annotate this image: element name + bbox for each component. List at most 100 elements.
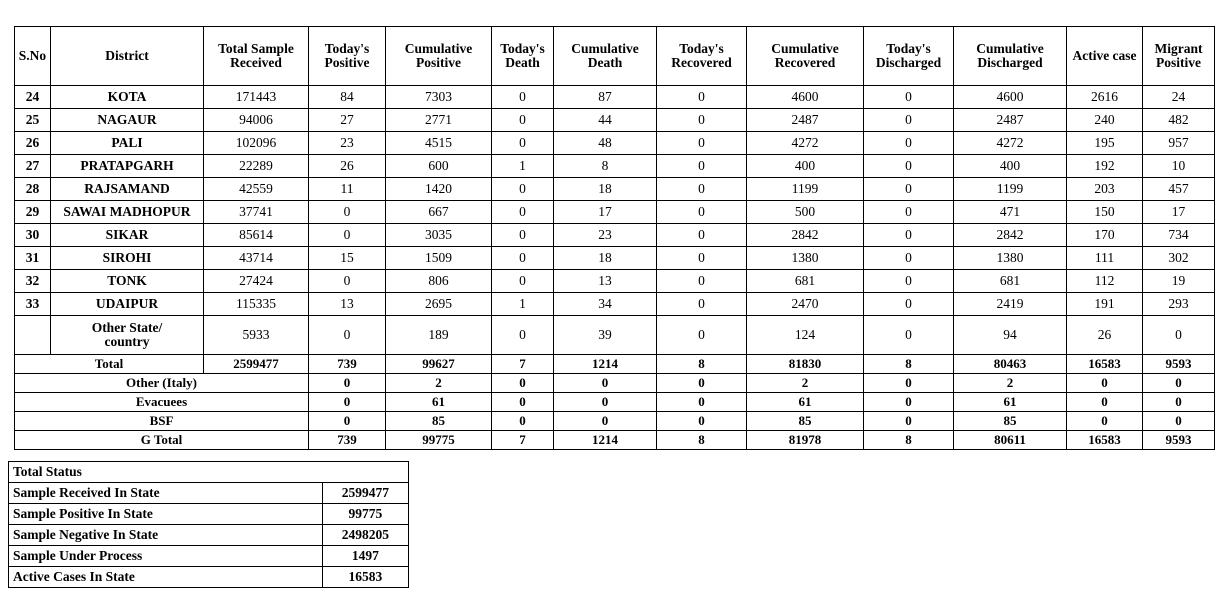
column-header-cumulative-death: Cumulative Death (553, 26, 657, 86)
cell-todays-positive: 0 (308, 269, 386, 293)
cell-cumulative-positive: 99775 (385, 430, 492, 450)
column-header-line: Discharged (875, 55, 942, 70)
cell-todays-discharged: 8 (863, 430, 954, 450)
cell-active-case: 112 (1066, 269, 1143, 293)
cell-sno: 31 (14, 246, 51, 270)
cell-cumulative-positive: 667 (385, 200, 492, 224)
table-row-summary: Other (Italy) 0 2 0 0 0 2 0 2 0 0 (14, 373, 1215, 393)
cell-sno: 30 (14, 223, 51, 247)
table-row: 25 NAGAUR 94006 27 2771 0 44 0 2487 0 2487 240 482 (14, 108, 1215, 132)
table-row-other-state: Other State/country 5933 0 189 0 39 0 124 0 94 26 0 (14, 315, 1215, 355)
cell-sno: 32 (14, 269, 51, 293)
cell-district: SIKAR (50, 223, 204, 247)
cell-total-sample-received: 27424 (203, 269, 309, 293)
cell-total-sample-received: 171443 (203, 85, 309, 109)
table-row: 26 PALI 102096 23 4515 0 48 0 4272 0 4272 195 957 (14, 131, 1215, 155)
cell-cumulative-death: 87 (553, 85, 657, 109)
status-row-label: Sample Negative In State (8, 524, 323, 546)
column-header-line: Cumulative (771, 40, 839, 56)
cell-todays-positive: 739 (308, 354, 386, 374)
cell-todays-positive: 0 (308, 223, 386, 247)
cell-cumulative-discharged: 400 (953, 154, 1067, 178)
column-header-total-sample-received: Total Sample Received (203, 26, 309, 86)
cell-cumulative-positive: 2 (385, 373, 492, 393)
cell-total-label: Total (14, 354, 204, 374)
cell-todays-recovered: 0 (656, 411, 747, 431)
cell-cumulative-death: 23 (553, 223, 657, 247)
cell-cumulative-discharged: 94 (953, 315, 1067, 355)
cell-migrant-positive: 957 (1142, 131, 1215, 155)
cell-cumulative-recovered: 4600 (746, 85, 864, 109)
table-row: 30 SIKAR 85614 0 3035 0 23 0 2842 0 2842 170 734 (14, 223, 1215, 247)
cell-todays-death: 1 (491, 292, 554, 316)
column-header-line: Death (587, 55, 623, 70)
cell-cumulative-recovered: 81830 (746, 354, 864, 374)
cell-total-sample-received: 5933 (203, 315, 309, 355)
cell-cumulative-positive: 4515 (385, 131, 492, 155)
cell-migrant-positive: 0 (1142, 392, 1215, 412)
column-header-cumulative-recovered: Cumulative Recovered (746, 26, 864, 86)
cell-todays-discharged: 0 (863, 177, 954, 201)
cell-active-case: 2616 (1066, 85, 1143, 109)
column-header-line: Recovered (671, 55, 732, 70)
cell-cumulative-discharged: 4272 (953, 131, 1067, 155)
cell-active-case: 150 (1066, 200, 1143, 224)
cell-district: NAGAUR (50, 108, 204, 132)
column-header-todays-positive: Today's Positive (308, 26, 386, 86)
cell-cumulative-death: 39 (553, 315, 657, 355)
table-row: 29 SAWAI MADHOPUR 37741 0 667 0 17 0 500 0 471 150 1… (14, 200, 1215, 224)
cell-cumulative-death: 18 (553, 246, 657, 270)
column-header-line: Cumulative (571, 40, 639, 56)
cell-cumulative-death: 17 (553, 200, 657, 224)
cell-district: UDAIPUR (50, 292, 204, 316)
cell-todays-death: 1 (491, 154, 554, 178)
column-header-cumulative-discharged: Cumulative Discharged (953, 26, 1067, 86)
column-header-line: Positive (416, 55, 461, 70)
cell-todays-recovered: 8 (656, 430, 747, 450)
cell-todays-death: 0 (491, 200, 554, 224)
cell-cumulative-death: 0 (553, 411, 657, 431)
column-header-line: Today's (500, 40, 545, 56)
column-header-line: Today's (886, 40, 931, 56)
status-table-body: Total Status Sample Received In State 2599… (8, 461, 410, 588)
total-status-table: Total Status Sample Received In State 2599… (8, 461, 410, 588)
status-table-title: Total Status (8, 461, 409, 483)
table-header: S.No District Total Sample Received Today's P… (14, 26, 1215, 86)
cell-migrant-positive: 457 (1142, 177, 1215, 201)
cell-migrant-positive: 17 (1142, 200, 1215, 224)
cell-todays-death: 0 (491, 177, 554, 201)
cell-district: RAJSAMAND (50, 177, 204, 201)
header-row: S.No District Total Sample Received Today's P… (14, 26, 1215, 86)
column-header-todays-death: Today's Death (491, 26, 554, 86)
table-row: 32 TONK 27424 0 806 0 13 0 681 0 681 112 19 (14, 269, 1215, 293)
cell-sno: 33 (14, 292, 51, 316)
cell-todays-death: 0 (491, 269, 554, 293)
cell-todays-discharged: 0 (863, 246, 954, 270)
cell-cumulative-discharged: 471 (953, 200, 1067, 224)
cell-migrant-positive: 19 (1142, 269, 1215, 293)
cell-todays-discharged: 0 (863, 223, 954, 247)
status-row-value: 2599477 (321, 482, 410, 504)
status-row-label: Sample Under Process (8, 545, 323, 567)
cell-cumulative-positive: 2695 (385, 292, 492, 316)
cell-todays-recovered: 0 (656, 292, 747, 316)
cell-todays-recovered: 0 (656, 246, 747, 270)
cell-todays-positive: 23 (308, 131, 386, 155)
cell-total-sample-received: 85614 (203, 223, 309, 247)
cell-todays-discharged: 0 (863, 154, 954, 178)
cell-district: PRATAPGARH (50, 154, 204, 178)
cell-active-case: 0 (1066, 411, 1143, 431)
cell-migrant-positive: 293 (1142, 292, 1215, 316)
cell-summary-label: G Total (14, 430, 309, 450)
cell-todays-death: 7 (491, 430, 554, 450)
cell-total-sample-received: 43714 (203, 246, 309, 270)
cell-todays-recovered: 0 (656, 315, 747, 355)
cell-todays-recovered: 0 (656, 85, 747, 109)
cell-active-case: 170 (1066, 223, 1143, 247)
cell-migrant-positive: 24 (1142, 85, 1215, 109)
cell-migrant-positive: 9593 (1142, 354, 1215, 374)
status-row-value: 99775 (321, 503, 410, 525)
status-header-row: Total Status (8, 461, 409, 483)
cell-todays-discharged: 0 (863, 269, 954, 293)
cell-cumulative-positive: 600 (385, 154, 492, 178)
